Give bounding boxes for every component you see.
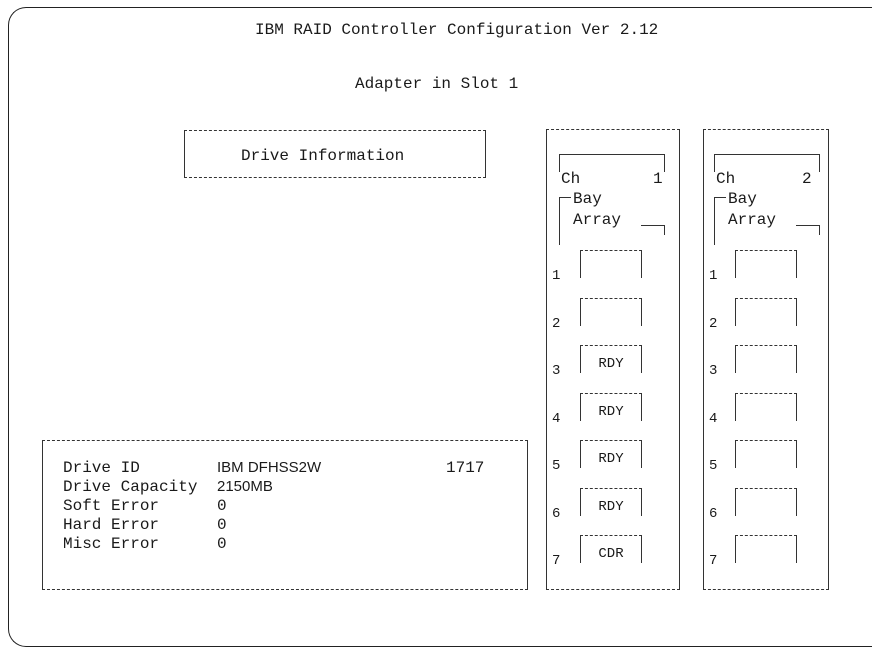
misc-error-label: Misc Error <box>63 535 160 553</box>
bay-status: CDR <box>598 546 624 562</box>
channel-1-number: 1 <box>653 170 663 188</box>
bay-slot[interactable] <box>735 250 797 278</box>
misc-error-value: 0 <box>217 535 227 553</box>
drive-info-title: Drive Information <box>241 147 405 165</box>
hard-error-label: Hard Error <box>63 516 160 534</box>
drive-id-value: IBM DFHSS2W <box>217 459 322 476</box>
channel-1-array-tick <box>664 225 665 235</box>
channel-2-array-label: Array <box>728 211 777 229</box>
bay-status: RDY <box>598 356 624 372</box>
channel-1-bay-tick <box>559 197 571 198</box>
bay-number: 4 <box>709 411 718 427</box>
channel-1-label: Ch <box>561 170 581 188</box>
drive-id-label: Drive ID <box>63 459 140 477</box>
bay-number: 7 <box>552 553 561 569</box>
drive-capacity-label: Drive Capacity <box>63 478 198 496</box>
soft-error-label: Soft Error <box>63 497 160 515</box>
channel-1-bay-label: Bay <box>573 190 602 208</box>
channel-2-label: Ch <box>716 170 736 188</box>
bay-number: 7 <box>709 553 718 569</box>
bay-slot[interactable] <box>735 488 797 516</box>
bay-slot[interactable]: RDY <box>580 393 642 421</box>
channel-2-number: 2 <box>802 170 812 188</box>
bay-number: 2 <box>552 316 561 332</box>
bay-number: 5 <box>552 458 561 474</box>
bay-slot[interactable] <box>735 298 797 326</box>
channel-1-array-label: Array <box>573 211 622 229</box>
soft-error-value: 0 <box>217 497 227 515</box>
channel-1-column: Ch 1 Bay Array 1 2 3 RDY 4 RDY 5 RDY 6 R… <box>546 129 680 590</box>
bay-slot[interactable]: CDR <box>580 535 642 563</box>
bay-slot[interactable]: RDY <box>580 440 642 468</box>
hard-error-value: 0 <box>217 516 227 534</box>
bay-slot[interactable] <box>735 440 797 468</box>
bay-status: RDY <box>598 404 624 420</box>
channel-2-bay-rule <box>714 197 715 245</box>
channel-1-bay-rule <box>559 197 560 245</box>
bay-slot[interactable] <box>580 298 642 326</box>
bay-slot[interactable] <box>735 345 797 373</box>
drive-info-panel: Drive Information <box>184 130 486 178</box>
adapter-slot-label: Adapter in Slot 1 <box>355 75 519 93</box>
bay-slot[interactable] <box>735 535 797 563</box>
bay-number: 5 <box>709 458 718 474</box>
channel-2-array-rule <box>796 225 820 226</box>
bay-slot[interactable] <box>580 250 642 278</box>
bay-number: 6 <box>552 506 561 522</box>
channel-2-column: Ch 2 Bay Array 1 2 3 4 5 6 7 <box>703 129 829 590</box>
drive-capacity-value: 2150MB <box>217 478 273 495</box>
bay-status: RDY <box>598 451 624 467</box>
bay-number: 3 <box>552 363 561 379</box>
bay-slot[interactable] <box>735 393 797 421</box>
bay-slot[interactable]: RDY <box>580 345 642 373</box>
drive-id-revision: 1717 <box>446 459 485 477</box>
bay-number: 3 <box>709 363 718 379</box>
channel-1-array-rule <box>641 225 665 226</box>
window-title: IBM RAID Controller Configuration Ver 2.… <box>255 21 659 39</box>
bay-status: RDY <box>598 499 624 515</box>
channel-2-bay-label: Bay <box>728 190 757 208</box>
bay-number: 6 <box>709 506 718 522</box>
bay-number: 1 <box>552 268 561 284</box>
channel-2-bay-tick <box>714 197 726 198</box>
bay-number: 1 <box>709 268 718 284</box>
drive-details-box: Drive ID IBM DFHSS2W 1717 Drive Capacity… <box>42 440 528 590</box>
bay-number: 4 <box>552 411 561 427</box>
bay-number: 2 <box>709 316 718 332</box>
channel-2-array-tick <box>819 225 820 235</box>
bay-slot[interactable]: RDY <box>580 488 642 516</box>
